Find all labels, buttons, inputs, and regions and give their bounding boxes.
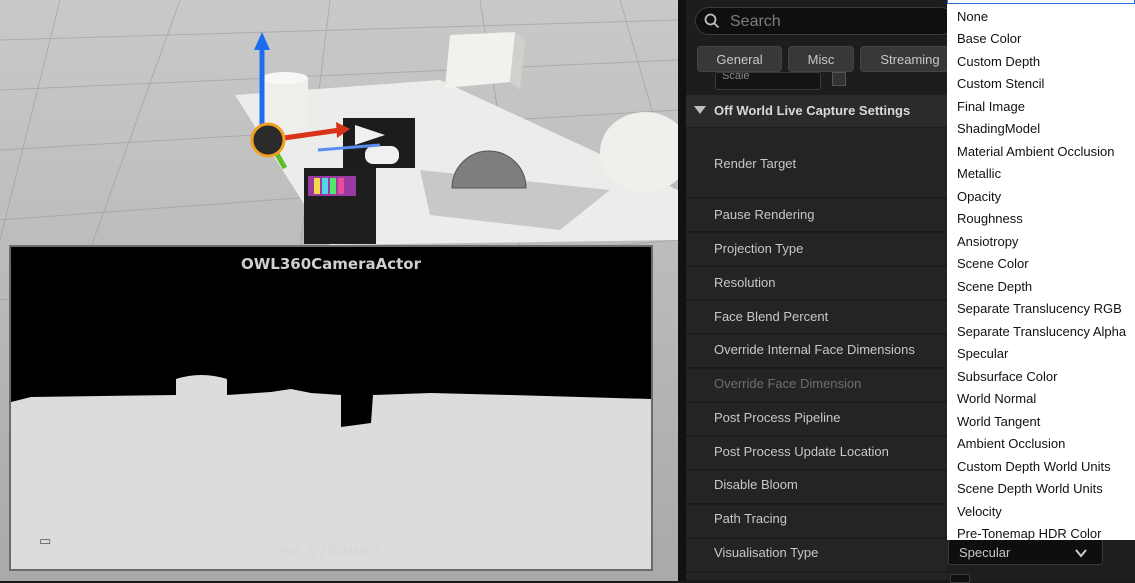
property-row: Disable Bloom (686, 471, 948, 504)
property-label: Post Process Pipeline (714, 410, 841, 425)
visualisation-dropdown-menu[interactable]: None Base Color Custom Depth Custom Sten… (947, 0, 1135, 540)
menu-item-metallic[interactable]: Metallic (957, 166, 1001, 181)
tab-streaming[interactable]: Streaming (860, 46, 960, 72)
level-viewport[interactable]: OWL360CameraActor ▭ 90.570099 ° (0, 0, 678, 581)
camera-preview-window: OWL360CameraActor ▭ 90.570099 ° (9, 245, 653, 571)
property-row: Visualisation Type (686, 539, 948, 572)
property-label: Render Target (714, 156, 797, 171)
property-row: Post Process Pipeline (686, 403, 948, 436)
property-row: Projection Type (686, 233, 948, 266)
collapse-arrow-icon (694, 106, 706, 114)
menu-item-roughness[interactable]: Roughness (957, 211, 1023, 226)
menu-item-shading-model[interactable]: ShadingModel (957, 121, 1040, 136)
search-input[interactable] (728, 11, 932, 33)
cylinder-top (262, 72, 308, 84)
property-row: Override Face Dimension (686, 369, 948, 402)
menu-item-custom-depth-world-units[interactable]: Custom Depth World Units (957, 459, 1111, 474)
camera-icon[interactable] (250, 122, 286, 158)
menu-item-world-tangent[interactable]: World Tangent (957, 414, 1040, 429)
menu-item-material-ambient-occlusion[interactable]: Material Ambient Occlusion (957, 144, 1115, 159)
property-label: Face Blend Percent (714, 309, 829, 324)
menu-item-base-color[interactable]: Base Color (957, 31, 1021, 46)
property-label: Resolution (714, 275, 776, 290)
cube-mesh (445, 32, 515, 88)
property-label: Pause Rendering (714, 207, 815, 222)
chevron-down-icon (1075, 549, 1087, 558)
property-label: Disable Bloom (714, 477, 798, 492)
tab-misc[interactable]: Misc (788, 46, 854, 72)
preview-image (11, 375, 651, 569)
visualisation-type-select[interactable]: Specular (948, 539, 1103, 565)
menu-item-final-image[interactable]: Final Image (957, 99, 1025, 114)
next-field-stub[interactable] (950, 574, 970, 583)
property-label: Visualisation Type (714, 545, 819, 560)
property-label: Path Tracing (714, 511, 787, 526)
menu-item-scene-depth-world-units[interactable]: Scene Depth World Units (957, 481, 1103, 496)
panel-splitter[interactable] (678, 0, 686, 581)
menu-item-world-normal[interactable]: World Normal (957, 391, 1036, 406)
menu-item-scene-color[interactable]: Scene Color (957, 256, 1029, 271)
menu-item-custom-stencil[interactable]: Custom Stencil (957, 76, 1044, 91)
menu-item-opacity[interactable]: Opacity (957, 189, 1001, 204)
tab-general[interactable]: General (697, 46, 782, 72)
preview-angle-readout: 90.570099 ° (280, 543, 382, 561)
property-row: Resolution (686, 267, 948, 300)
property-row: Render Target (686, 128, 948, 198)
menu-item-separate-translucency-alpha[interactable]: Separate Translucency Alpha (957, 324, 1126, 339)
property-row: Post Process Update Location (686, 437, 948, 470)
menu-item-custom-depth[interactable]: Custom Depth (957, 54, 1040, 69)
menu-item-ansiotropy[interactable]: Ansiotropy (957, 234, 1018, 249)
menu-item-separate-translucency-rgb[interactable]: Separate Translucency RGB (957, 301, 1122, 316)
search-icon (704, 13, 720, 29)
property-label: Projection Type (714, 241, 804, 256)
property-label: Override Internal Face Dimensions (714, 342, 915, 357)
dropdown-focus-border (947, 0, 1135, 4)
scale-lock-button[interactable] (832, 72, 846, 86)
preview-title: OWL360CameraActor (241, 255, 421, 273)
scale-field[interactable]: Scale (715, 72, 821, 90)
property-label-disabled: Override Face Dimension (714, 376, 862, 391)
details-search-box[interactable] (695, 7, 955, 35)
menu-item-ambient-occlusion[interactable]: Ambient Occlusion (957, 436, 1065, 451)
menu-item-none[interactable]: None (957, 9, 988, 24)
menu-item-velocity[interactable]: Velocity (957, 504, 1002, 519)
menu-item-subsurface-color[interactable]: Subsurface Color (957, 369, 1057, 384)
property-row: Path Tracing (686, 505, 948, 538)
property-row: Override Internal Face Dimensions (686, 335, 948, 368)
property-label: Post Process Update Location (714, 444, 889, 459)
menu-item-pre-tonemap-hdr-color[interactable]: Pre-Tonemap HDR Color (957, 526, 1102, 540)
menu-item-specular[interactable]: Specular (957, 346, 1008, 361)
section-title: Off World Live Capture Settings (714, 103, 911, 118)
visualisation-type-value: Specular (959, 545, 1011, 560)
property-row (686, 573, 948, 581)
gamepad-icon (365, 146, 399, 164)
property-row: Pause Rendering (686, 199, 948, 232)
menu-item-scene-depth[interactable]: Scene Depth (957, 279, 1032, 294)
property-row: Face Blend Percent (686, 301, 948, 334)
